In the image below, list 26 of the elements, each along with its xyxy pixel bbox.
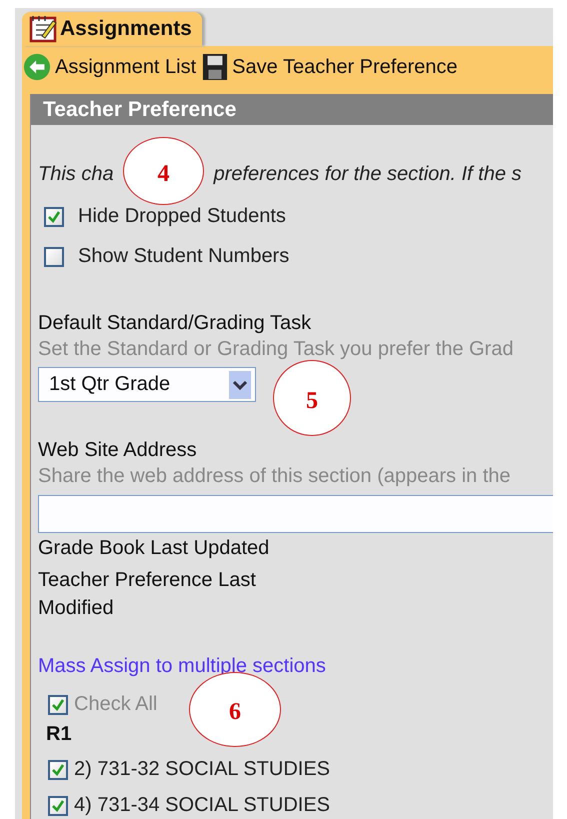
field-label: Default Standard/Grading Task: [38, 312, 312, 335]
field-hint: Share the web address of this section (appears in the: [38, 465, 512, 488]
checkbox-label: 4) 731-34 SOCIAL STUDIES: [74, 794, 330, 817]
web-address-field[interactable]: [38, 495, 553, 533]
panel-header: Teacher Preference: [31, 94, 553, 125]
checkbox-label: 2) 731-32 SOCIAL STUDIES: [74, 758, 330, 781]
assignment-list-button[interactable]: Assignment List: [23, 53, 196, 81]
field-label: Web Site Address: [38, 439, 198, 462]
checkbox-label: Show Student Numbers: [78, 245, 290, 268]
checkbox[interactable]: [48, 796, 68, 816]
notepad-icon: [28, 15, 58, 43]
checkbox-label: Hide Dropped Students: [78, 205, 286, 228]
grading-task-dropdown[interactable]: 1st Qtr Grade: [38, 367, 256, 402]
description-text: This cha: [38, 163, 114, 186]
group-heading: R1: [46, 723, 72, 746]
checkbox[interactable]: [48, 760, 68, 780]
field-hint: Set the Standard or Grading Task you prefer the Grad: [38, 338, 514, 361]
checkbox[interactable]: [48, 694, 68, 714]
checkbox[interactable]: [44, 206, 64, 226]
checkbox[interactable]: [44, 246, 64, 266]
description-text: preferences for the section. If the s: [214, 163, 522, 186]
checkbox-label: Check All: [74, 693, 158, 716]
info-label: Grade Book Last Updated: [38, 537, 270, 560]
info-label: Teacher Preference Last Modified: [38, 568, 257, 621]
save-button[interactable]: Save Teacher Preference: [202, 53, 458, 81]
assignments-tab[interactable]: Assignments: [22, 12, 202, 46]
